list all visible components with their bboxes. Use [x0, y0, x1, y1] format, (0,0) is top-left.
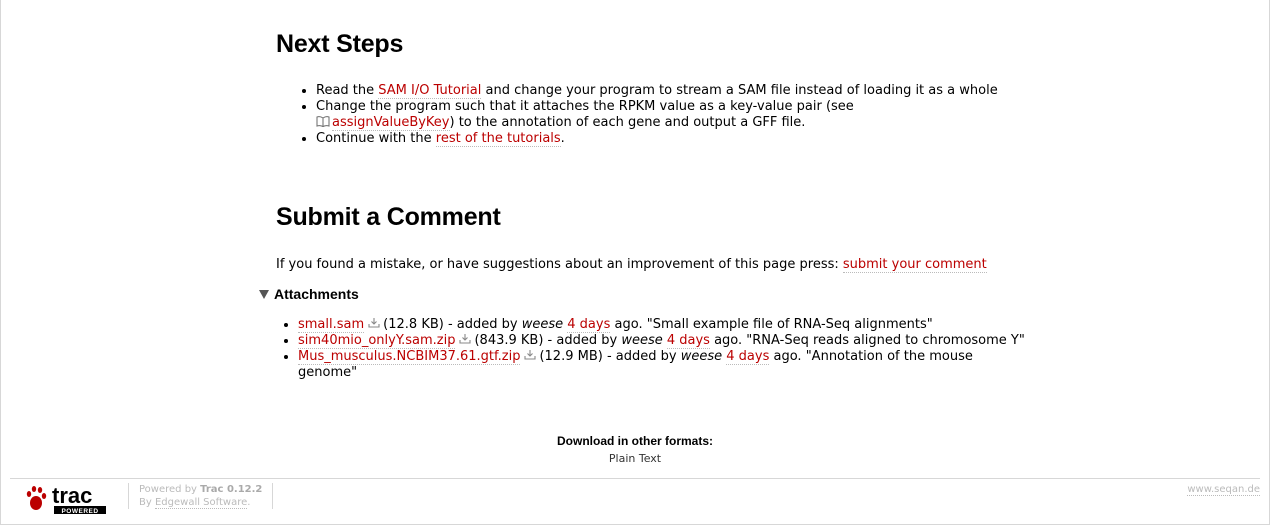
trac-version-link[interactable]: Trac 0.12.2	[200, 484, 262, 495]
attachments-heading: Attachments	[274, 286, 359, 302]
submit-comment-link[interactable]: submit your comment	[842, 257, 987, 273]
site-link[interactable]: www.seqan.de	[1187, 484, 1260, 496]
attachments-list: small.sam(12.8 KB) - added by weese 4 da…	[258, 317, 1028, 381]
assign-value-by-key-link[interactable]: assignValueByKey	[332, 115, 450, 131]
next-steps-heading: Next Steps	[276, 30, 404, 58]
powered-by: Powered by Trac 0.12.2 By Edgewall Softw…	[128, 483, 274, 509]
attachment-link[interactable]: sim40mio_onlyY.sam.zip	[298, 333, 456, 349]
rest-of-tutorials-link[interactable]: rest of the tutorials	[435, 131, 561, 147]
submit-comment-heading: Submit a Comment	[276, 203, 501, 231]
timeline-link[interactable]: 4 days	[567, 317, 611, 333]
edgewall-link[interactable]: Edgewall Software	[154, 497, 248, 509]
plain-text-link[interactable]: Plain Text	[0, 452, 1270, 465]
author: weese	[680, 349, 723, 364]
list-item: Continue with the rest of the tutorials.	[316, 131, 1016, 147]
collapse-triangle-icon	[259, 289, 269, 299]
book-icon	[316, 116, 330, 127]
trac-powered-logo[interactable]: trac POWERED	[24, 483, 122, 517]
attachment-item: sim40mio_onlyY.sam.zip(843.9 KB) - added…	[298, 333, 1028, 349]
download-icon[interactable]	[524, 349, 537, 360]
list-item: Read the SAM I/O Tutorial and change you…	[316, 83, 1016, 99]
attachment-link[interactable]: small.sam	[298, 317, 365, 333]
attachment-link[interactable]: Mus_musculus.NCBIM37.61.gtf.zip	[298, 349, 521, 365]
attachment-item: Mus_musculus.NCBIM37.61.gtf.zip(12.9 MB)…	[298, 349, 1028, 381]
sam-io-tutorial-link[interactable]: SAM I/O Tutorial	[378, 83, 482, 99]
download-icon[interactable]	[459, 333, 472, 344]
footer: trac POWERED Powered by Trac 0.12.2 By E…	[10, 478, 1260, 525]
paw-icon	[26, 486, 47, 510]
attachments-toggle[interactable]: Attachments	[259, 286, 359, 302]
attachment-item: small.sam(12.8 KB) - added by weese 4 da…	[298, 317, 1028, 333]
author: weese	[521, 317, 564, 332]
timeline-link[interactable]: 4 days	[726, 349, 770, 365]
alt-formats: Download in other formats: Plain Text	[0, 434, 1270, 465]
download-icon[interactable]	[368, 317, 380, 328]
timeline-link[interactable]: 4 days	[666, 333, 710, 349]
svg-text:POWERED: POWERED	[61, 508, 98, 515]
submit-comment-text: If you found a mistake, or have suggesti…	[276, 257, 987, 273]
list-item: Change the program such that it attaches…	[316, 99, 1016, 131]
next-steps-list: Read the SAM I/O Tutorial and change you…	[276, 83, 1016, 147]
alt-formats-label: Download in other formats:	[557, 434, 713, 448]
svg-text:trac: trac	[52, 483, 92, 508]
author: weese	[621, 333, 663, 348]
